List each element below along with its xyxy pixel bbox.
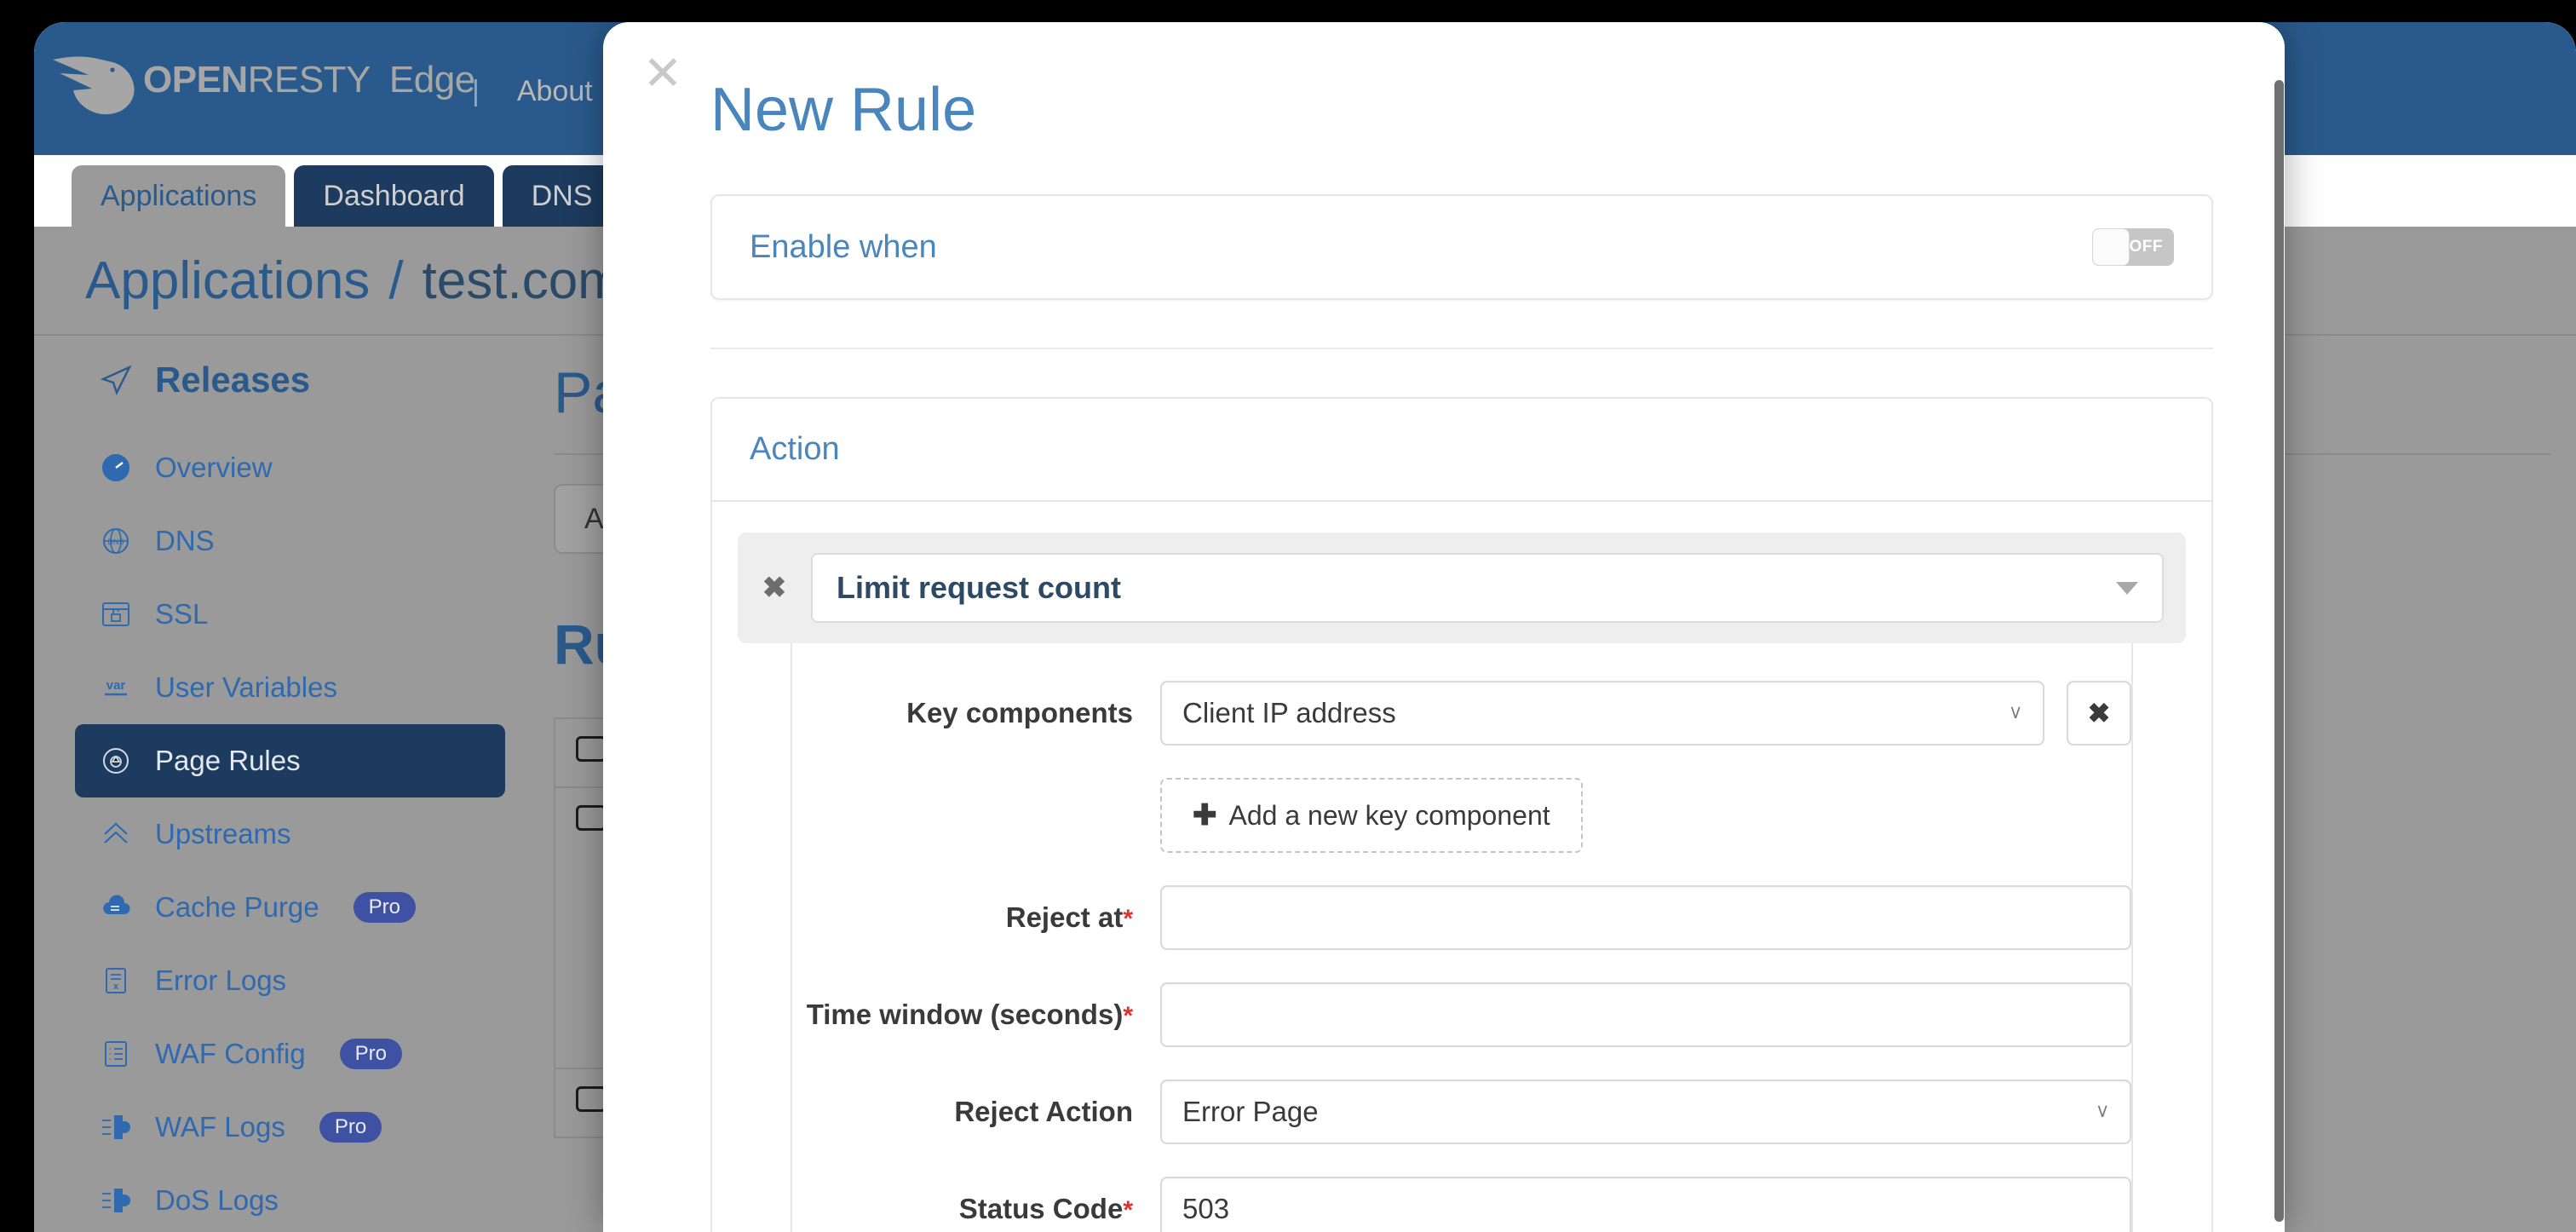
- reject-action-value: Error Page: [1182, 1096, 1319, 1127]
- status-code-input[interactable]: 503: [1160, 1177, 2131, 1232]
- enable-when-row: Enable when OFF: [712, 196, 2211, 298]
- field-spacer: [792, 778, 1160, 853]
- action-fields: Key components Client IP address ˅ ✖ ✚ A…: [791, 643, 2133, 1232]
- scrollbar-thumb[interactable]: [2274, 80, 2284, 1222]
- browser-window: OPENRESTYEdge | About Li Applications Da…: [34, 22, 2576, 1232]
- field-reject-action: Reject Action Error Page ˅: [792, 1079, 2131, 1144]
- key-components-value: Client IP address: [1182, 697, 1396, 728]
- action-panel-body: ✖ Limit request count Key components Cli…: [712, 502, 2211, 1232]
- action-section-title: Action: [750, 431, 840, 467]
- field-label-text: Time window (seconds): [806, 999, 1124, 1030]
- field-label-text: Status Code: [958, 1193, 1124, 1224]
- action-type-select[interactable]: Limit request count: [811, 553, 2164, 623]
- toggle-knob: [2092, 228, 2130, 266]
- new-rule-modal: ✕ New Rule Enable when OFF Action ✖ Limi…: [603, 22, 2285, 1232]
- action-panel-header: Action: [712, 399, 2211, 502]
- status-code-value: 503: [1182, 1193, 1230, 1224]
- enable-when-label: Enable when: [750, 228, 937, 265]
- modal-scrollbar[interactable]: [2273, 22, 2285, 1232]
- remove-action-button[interactable]: ✖: [760, 571, 789, 605]
- add-key-component-label: Add a new key component: [1228, 799, 1550, 831]
- toggle-state-label: OFF: [2129, 238, 2163, 256]
- field-key-components: Key components Client IP address ˅ ✖: [792, 681, 2131, 746]
- field-label: Key components: [906, 697, 1133, 728]
- time-window-input[interactable]: [1160, 982, 2131, 1047]
- chevron-down-icon: [2116, 581, 2138, 595]
- enable-when-toggle[interactable]: OFF: [2092, 228, 2174, 266]
- field-label-text: Reject at: [1005, 901, 1124, 933]
- field-label: Time window (seconds)*: [792, 999, 1160, 1031]
- required-marker: *: [1123, 905, 1133, 933]
- add-key-component-button[interactable]: ✚ Add a new key component: [1160, 778, 1583, 853]
- action-panel: Action ✖ Limit request count Key compone…: [710, 397, 2213, 1232]
- reject-action-select[interactable]: Error Page ˅: [1160, 1079, 2131, 1144]
- field-status-code: Status Code* 503: [792, 1177, 2131, 1232]
- field-label: Status Code*: [792, 1193, 1160, 1225]
- add-key-component-row: ✚ Add a new key component: [792, 778, 2131, 853]
- modal-body: New Rule Enable when OFF Action ✖ Limit …: [603, 22, 2273, 1232]
- delete-key-component-button[interactable]: ✖: [2067, 681, 2131, 746]
- plus-icon: ✚: [1193, 799, 1217, 832]
- field-reject-at: Reject at*: [792, 885, 2131, 950]
- reject-at-input[interactable]: [1160, 885, 2131, 950]
- modal-title: New Rule: [710, 76, 977, 144]
- section-divider: [710, 348, 2213, 349]
- chevron-down-icon: ˅: [2096, 1098, 2108, 1125]
- required-marker: *: [1123, 1196, 1133, 1224]
- chevron-down-icon: ˅: [2010, 699, 2021, 726]
- field-time-window: Time window (seconds)*: [792, 982, 2131, 1047]
- action-selector-row: ✖ Limit request count: [738, 533, 2186, 643]
- field-label: Reject Action: [954, 1096, 1133, 1127]
- key-components-select[interactable]: Client IP address ˅: [1160, 681, 2044, 746]
- action-type-value: Limit request count: [837, 570, 1122, 605]
- enable-when-panel: Enable when OFF: [710, 194, 2213, 300]
- required-marker: *: [1123, 1002, 1133, 1030]
- field-label: Reject at*: [792, 901, 1160, 934]
